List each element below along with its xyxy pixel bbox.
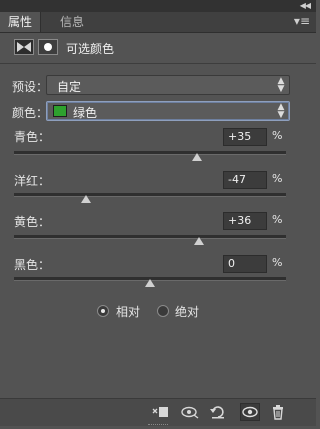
tab-properties[interactable]: 属性	[0, 12, 42, 32]
magenta-percent: %	[272, 172, 283, 185]
visibility-eye-icon[interactable]	[240, 403, 260, 421]
view-previous-state-icon[interactable]	[180, 403, 200, 421]
magenta-slider-track[interactable]	[14, 193, 286, 197]
updown-arrows-icon: ▲ ▼	[277, 102, 285, 120]
cyan-percent: %	[272, 129, 283, 142]
clip-to-layer-icon[interactable]	[150, 403, 170, 421]
colors-label: 颜色：	[12, 106, 49, 120]
resize-grip[interactable]	[148, 424, 168, 428]
updown-arrows-icon: ▲ ▼	[277, 76, 285, 94]
cyan-slider-thumb[interactable]	[192, 153, 202, 161]
yellow-slider-thumb[interactable]	[194, 237, 204, 245]
reset-icon[interactable]	[208, 403, 228, 421]
bottom-toolbar	[0, 398, 316, 426]
trash-icon[interactable]	[268, 403, 288, 421]
black-value-field[interactable]: 0	[223, 255, 267, 273]
yellow-percent: %	[272, 213, 283, 226]
magenta-value-field[interactable]: -47	[223, 171, 267, 189]
colors-value: 绿色	[73, 106, 98, 120]
header-divider	[0, 63, 316, 64]
collapse-double-chevron-icon[interactable]: ◀◀	[300, 1, 311, 10]
preset-label: 预设：	[12, 80, 49, 94]
preset-dropdown[interactable]: 自定 ▲ ▼	[46, 75, 290, 95]
yellow-label: 黄色：	[14, 215, 51, 229]
black-label: 黑色：	[14, 258, 51, 272]
properties-panel: ◀◀ 属性 信息 ▾≡ 可选颜色 预设： 自定 ▲ ▼ 颜色： 绿色 ▲ ▼ 青色：…	[0, 0, 316, 429]
colors-dropdown[interactable]: 绿色 ▲ ▼	[46, 101, 290, 121]
cyan-label: 青色：	[14, 130, 51, 144]
adjustment-title: 可选颜色	[66, 42, 115, 56]
adjustment-layer-icon	[14, 39, 34, 55]
yellow-slider-track[interactable]	[14, 235, 286, 239]
panel-menu-icon[interactable]: ▾≡	[294, 14, 310, 28]
black-slider-thumb[interactable]	[145, 279, 155, 287]
tab-bar: 属性 信息 ▾≡	[0, 12, 316, 33]
tab-info[interactable]: 信息	[52, 12, 92, 32]
color-swatch	[53, 105, 67, 117]
absolute-radio[interactable]	[157, 305, 169, 317]
magenta-label: 洋红：	[14, 174, 51, 188]
layer-mask-icon[interactable]	[38, 39, 58, 55]
absolute-label[interactable]: 绝对	[175, 303, 199, 320]
panel-top-strip: ◀◀	[0, 0, 316, 12]
relative-label[interactable]: 相对	[116, 303, 140, 320]
cyan-slider-track[interactable]	[14, 151, 286, 155]
preset-value: 自定	[57, 80, 82, 94]
magenta-slider-thumb[interactable]	[81, 195, 91, 203]
black-percent: %	[272, 256, 283, 269]
relative-radio[interactable]	[97, 305, 109, 317]
yellow-value-field[interactable]: +36	[223, 212, 267, 230]
cyan-value-field[interactable]: +35	[223, 128, 267, 146]
